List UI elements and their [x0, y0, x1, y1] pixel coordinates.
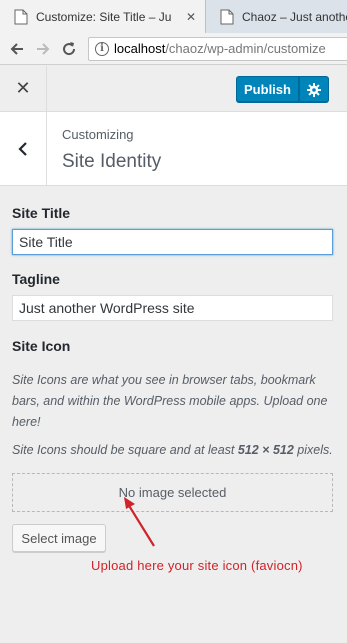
browser-tab-customize[interactable]: Customize: Site Title – Ju ✕	[0, 0, 206, 33]
tab-title: Chaoz – Just another	[242, 9, 347, 24]
tagline-label: Tagline	[12, 271, 60, 287]
site-icon-label: Site Icon	[12, 338, 71, 354]
reload-icon[interactable]	[56, 36, 82, 62]
size-note-text: Site Icons should be square and at least	[12, 443, 238, 457]
url-path: /chaoz/wp-admin/customize	[165, 41, 326, 56]
document-icon	[220, 9, 234, 24]
site-icon-description: Site Icons are what you see in browser t…	[12, 373, 328, 429]
site-title-label: Site Title	[12, 205, 71, 221]
size-note-dimensions: 512 × 512	[237, 443, 294, 457]
site-icon-placeholder[interactable]: No image selected	[12, 473, 333, 512]
browser-tab-strip: Customize: Site Title – Ju ✕ Chaoz – Jus…	[0, 0, 347, 33]
document-icon	[14, 9, 28, 24]
tab-title: Customize: Site Title – Ju	[36, 9, 172, 24]
site-title-input[interactable]: Site Title	[12, 229, 333, 255]
close-customizer-icon[interactable]: ✕	[0, 66, 47, 111]
close-tab-icon[interactable]: ✕	[185, 10, 197, 24]
browser-tab-chaoz[interactable]: Chaoz – Just another	[206, 0, 347, 33]
tagline-value: Just another WordPress site	[19, 300, 195, 316]
url-text: localhost/chaoz/wp-admin/customize	[114, 41, 326, 56]
address-bar[interactable]: i localhost/chaoz/wp-admin/customize	[88, 36, 347, 61]
site-title-value: Site Title	[19, 234, 73, 250]
tagline-input[interactable]: Just another WordPress site	[12, 295, 333, 321]
back-arrow-icon[interactable]	[4, 36, 30, 62]
publish-button[interactable]: Publish	[236, 76, 299, 103]
site-icon-size-note: Site Icons should be square and at least…	[12, 440, 337, 461]
browser-toolbar: i localhost/chaoz/wp-admin/customize	[0, 33, 347, 65]
size-note-suffix: pixels.	[293, 443, 333, 457]
section-subtitle: Customizing	[62, 127, 134, 142]
section-title: Site Identity	[62, 151, 162, 172]
select-image-button[interactable]: Select image	[12, 524, 106, 552]
publish-settings-gear-icon[interactable]	[299, 76, 329, 103]
annotation-text: Upload here your site icon (faviocn)	[91, 558, 303, 573]
annotation-arrow-icon	[124, 497, 155, 547]
customizer-header: ✕ Publish	[0, 66, 347, 112]
back-chevron-icon[interactable]	[0, 112, 47, 185]
section-heading: Customizing Site Identity	[0, 112, 347, 186]
url-host: localhost	[114, 41, 166, 56]
forward-arrow-icon[interactable]	[30, 36, 56, 62]
info-icon[interactable]: i	[95, 41, 109, 56]
